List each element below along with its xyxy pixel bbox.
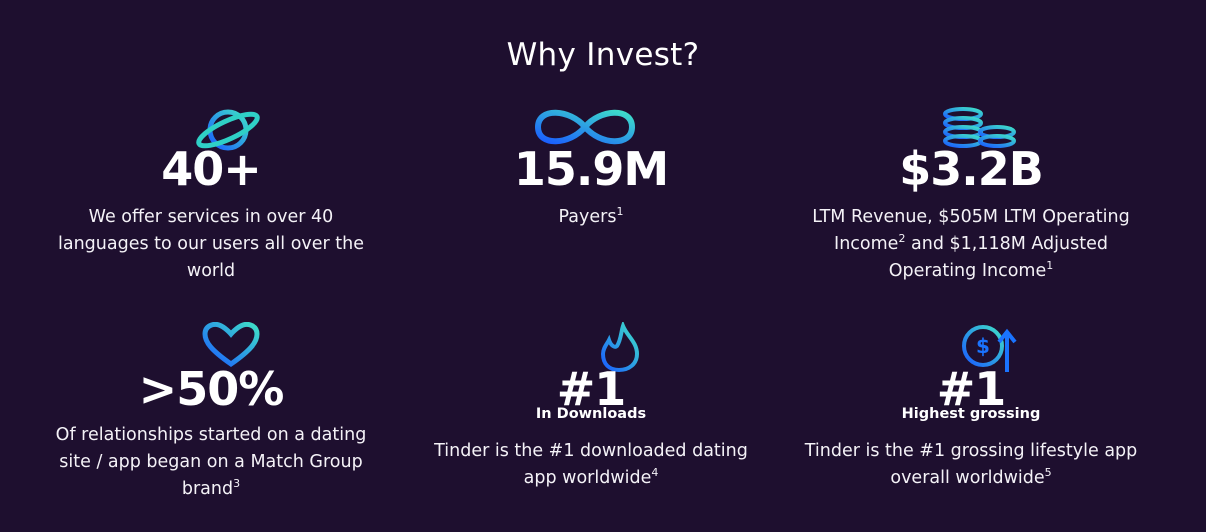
footnote-marker: 3 [233, 477, 241, 491]
stat-description: Tinder is the #1 grossing lifestyle app … [801, 438, 1141, 492]
footnote-marker: 5 [1044, 466, 1052, 480]
description-text: We offer services in over 40 languages t… [57, 207, 364, 281]
stat-description: LTM Revenue, $505M LTM Operating Income2… [801, 204, 1141, 285]
stat-value: $3.2B [899, 142, 1044, 196]
footnote-marker: 1 [1046, 259, 1054, 273]
description-text: Tinder is the #1 downloaded dating app w… [434, 441, 748, 488]
stat-description: We offer services in over 40 languages t… [41, 204, 381, 285]
stat-value: >50% [138, 362, 285, 416]
description-text: Tinder is the #1 grossing lifestyle app … [804, 441, 1138, 488]
description-text: and $1,118M Adjusted Operating Income [888, 234, 1108, 281]
footnote-marker: 4 [651, 466, 659, 480]
stat-card-grossing: $ #1 Highest grossing Tinder is the #1 g… [801, 320, 1141, 520]
stat-subtitle: Highest grossing [901, 406, 1041, 422]
stat-description: Of relationships started on a dating sit… [41, 422, 381, 503]
stat-value: 15.9M [513, 142, 669, 196]
stat-subtitle: In Downloads [535, 406, 647, 422]
stat-card-revenue: $3.2B LTM Revenue, $505M LTM Operating I… [801, 100, 1141, 300]
stat-description: Payers1 [421, 204, 761, 231]
section-title: Why Invest? [506, 36, 700, 73]
footnote-marker: 1 [616, 205, 624, 219]
stat-card-downloads: #1 In Downloads Tinder is the #1 downloa… [421, 320, 761, 520]
svg-text:$: $ [976, 334, 990, 358]
stat-card-relationships: >50% Of relationships started on a datin… [41, 320, 381, 520]
stat-value: 40+ [161, 142, 262, 196]
description-text: Of relationships started on a dating sit… [55, 425, 367, 499]
stat-card-languages: 40+ We offer services in over 40 languag… [41, 100, 381, 300]
stat-description: Tinder is the #1 downloaded dating app w… [421, 438, 761, 492]
description-text: Payers [558, 207, 617, 227]
stat-card-payers: 15.9M Payers1 [421, 100, 761, 300]
